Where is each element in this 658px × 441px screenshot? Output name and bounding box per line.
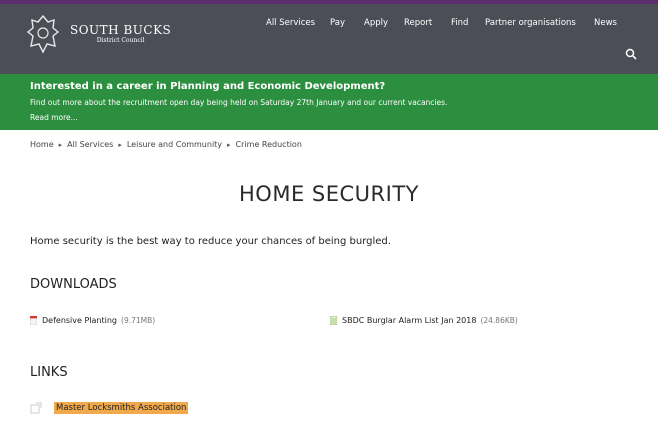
downloads-heading: DOWNLOADS <box>30 277 117 292</box>
banner-read-more-link[interactable]: Read more... <box>30 113 78 122</box>
download-defensive-planting-link[interactable]: Defensive Planting <box>42 316 117 325</box>
nav-apply[interactable]: Apply <box>364 18 388 28</box>
recruitment-banner: Interested in a career in Planning and E… <box>0 74 658 130</box>
nav-partner-organisations[interactable]: Partner organisations <box>485 18 576 28</box>
breadcrumb-crime-reduction[interactable]: Crime Reduction <box>236 140 302 149</box>
site-header: SOUTH BUCKS District Council All Service… <box>0 0 658 74</box>
banner-title: Interested in a career in Planning and E… <box>30 81 386 92</box>
pdf-icon <box>30 316 37 325</box>
nav-report[interactable]: Report <box>404 18 432 28</box>
intro-text: Home security is the best way to reduce … <box>30 236 391 247</box>
download-file-size: (9.71MB) <box>121 316 156 325</box>
link-item: Master Locksmiths Association <box>30 402 189 414</box>
breadcrumb-separator-icon: ▸ <box>58 141 63 149</box>
breadcrumb-all-services[interactable]: All Services <box>67 140 113 149</box>
breadcrumb-separator-icon: ▸ <box>227 141 231 149</box>
download-item: SBDC Burglar Alarm List Jan 2018 (24.86K… <box>330 316 518 325</box>
download-burglar-alarm-list-link[interactable]: SBDC Burglar Alarm List Jan 2018 <box>342 316 476 325</box>
search-icon[interactable] <box>625 48 637 60</box>
page-title: HOME SECURITY <box>239 182 419 206</box>
nav-news[interactable]: News <box>594 18 617 28</box>
nav-find[interactable]: Find <box>451 18 468 28</box>
logo-subtitle: District Council <box>96 37 145 44</box>
links-heading: LINKS <box>30 365 68 380</box>
breadcrumb-leisure-and-community[interactable]: Leisure and Community <box>127 140 222 149</box>
breadcrumb-home[interactable]: Home <box>30 140 54 149</box>
main-nav: All Services Pay Apply Report Find Partn… <box>0 18 658 32</box>
external-link-icon <box>30 402 42 414</box>
breadcrumb-separator-icon: ▸ <box>118 141 122 149</box>
download-file-size: (24.86KB) <box>480 316 518 325</box>
spreadsheet-icon <box>330 316 337 325</box>
master-locksmiths-association-link[interactable]: Master Locksmiths Association <box>54 402 189 414</box>
download-item: Defensive Planting (9.71MB) <box>30 316 155 325</box>
breadcrumb: Home ▸ All Services ▸ Leisure and Community ▸… <box>30 140 302 149</box>
banner-text: Find out more about the recruitment open… <box>30 98 448 107</box>
nav-all-services[interactable]: All Services <box>266 18 315 28</box>
nav-pay[interactable]: Pay <box>330 18 345 28</box>
